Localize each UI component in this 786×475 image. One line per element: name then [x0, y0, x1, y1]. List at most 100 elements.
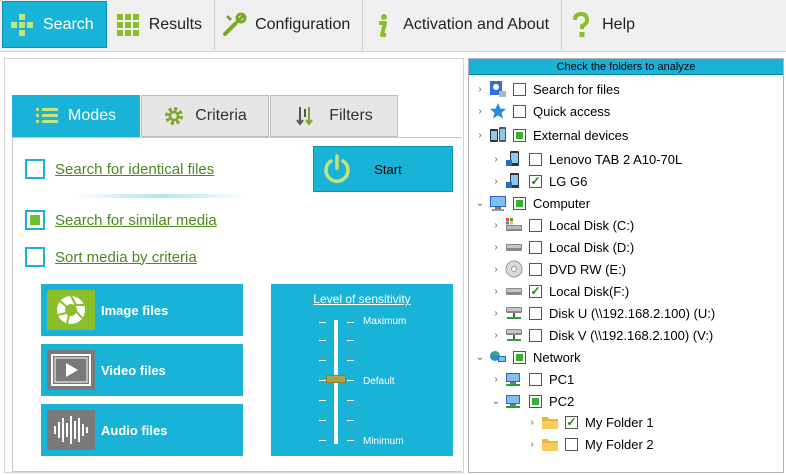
- tree-item-checkbox[interactable]: [513, 350, 526, 364]
- search-panel: Modes Criteria Filters Search for identi…: [4, 58, 464, 473]
- tree-item[interactable]: › Disk U (\\192.168.2.100) (U:): [491, 302, 715, 324]
- nav-configuration-label: Configuration: [255, 16, 351, 33]
- tree-item-checkbox[interactable]: [529, 372, 542, 386]
- expand-chevron-icon[interactable]: ›: [491, 176, 501, 187]
- option-sort-media[interactable]: Sort media by criteria: [25, 247, 197, 267]
- expand-chevron-icon[interactable]: ›: [527, 439, 537, 450]
- tree-item[interactable]: › Local Disk (C:): [491, 214, 634, 236]
- tree-item-label: DVD RW (E:): [549, 261, 627, 277]
- tree-item-checkbox[interactable]: [529, 328, 542, 342]
- tree-item-label: Local Disk (C:): [549, 217, 635, 233]
- tree-item-checkbox[interactable]: [529, 218, 542, 232]
- tree-item-checkbox[interactable]: ✓: [529, 174, 542, 188]
- tree-item[interactable]: › ✓ LG G6: [491, 170, 587, 192]
- network-icon: [489, 348, 507, 366]
- nav-search-label: Search: [43, 15, 94, 33]
- similar-checkbox[interactable]: [25, 210, 45, 230]
- modes-content: Search for identical files Search for si…: [12, 137, 462, 472]
- gear-icon: [163, 105, 185, 127]
- tree-item-checkbox[interactable]: [513, 104, 526, 118]
- nav-search-button[interactable]: Search: [2, 1, 107, 48]
- identical-label[interactable]: Search for identical files: [55, 161, 214, 178]
- tree-item[interactable]: › ✓ My Folder 1: [527, 411, 654, 433]
- nav-configuration-button[interactable]: Configuration: [215, 0, 364, 50]
- expand-chevron-icon[interactable]: ›: [491, 264, 501, 275]
- sort-checkbox[interactable]: [25, 247, 45, 267]
- tab-filters[interactable]: Filters: [270, 95, 398, 137]
- tree-item[interactable]: ⌄ Computer: [475, 192, 590, 214]
- computer-icon: [489, 194, 507, 212]
- tree-item[interactable]: › ✓ Local Disk(F:): [491, 280, 629, 302]
- option-similar-media[interactable]: Search for similar media: [25, 210, 217, 230]
- video-files-button[interactable]: Video files: [41, 344, 243, 396]
- tab-criteria-label: Criteria: [195, 107, 247, 124]
- audio-wave-icon: [47, 410, 95, 450]
- network-drive-icon: [505, 304, 523, 322]
- tree-item-checkbox[interactable]: [529, 306, 542, 320]
- pc-icon: [505, 392, 523, 410]
- expand-chevron-icon[interactable]: ›: [491, 154, 501, 165]
- tree-item-checkbox[interactable]: [529, 262, 542, 276]
- tree-item[interactable]: › Search for files: [475, 78, 620, 100]
- expand-chevron-icon[interactable]: ›: [475, 84, 485, 95]
- tree-item-label: Network: [533, 349, 581, 365]
- similar-label[interactable]: Search for similar media: [55, 212, 217, 229]
- tree-item-label: My Folder 1: [585, 414, 654, 430]
- collapse-chevron-icon[interactable]: ⌄: [475, 198, 485, 209]
- tree-item[interactable]: ⌄ PC2: [491, 390, 575, 412]
- separator-glow: [73, 194, 248, 198]
- folder-tree-panel: Check the folders to analyze › Search for…: [468, 58, 784, 473]
- tree-item-checkbox[interactable]: [529, 240, 542, 254]
- results-grid-icon: [115, 12, 141, 38]
- tree-item[interactable]: › Local Disk (D:): [491, 236, 634, 258]
- collapse-chevron-icon[interactable]: ⌄: [491, 396, 501, 407]
- tree-item-checkbox[interactable]: [529, 152, 542, 166]
- tree-item-checkbox[interactable]: [513, 196, 526, 210]
- tree-item-label: My Folder 2: [585, 436, 654, 452]
- sensitivity-title: Level of sensitivity: [313, 292, 411, 306]
- expand-chevron-icon[interactable]: ›: [527, 417, 537, 428]
- expand-chevron-icon[interactable]: ›: [491, 242, 501, 253]
- expand-chevron-icon[interactable]: ›: [475, 106, 485, 117]
- tree-item[interactable]: › External devices: [475, 124, 628, 146]
- tree-item-checkbox[interactable]: ✓: [565, 415, 578, 429]
- image-files-button[interactable]: Image files: [41, 284, 243, 336]
- tree-item-checkbox[interactable]: [529, 394, 542, 408]
- tree-item-checkbox[interactable]: ✓: [529, 284, 542, 298]
- sensitivity-slider-thumb[interactable]: [326, 375, 346, 383]
- power-icon: [324, 154, 350, 183]
- collapse-chevron-icon[interactable]: ⌄: [475, 352, 485, 363]
- identical-checkbox[interactable]: [25, 159, 45, 179]
- nav-activation-button[interactable]: Activation and About: [363, 0, 563, 50]
- tree-item[interactable]: › Quick access: [475, 100, 610, 122]
- tree-item[interactable]: › PC1: [491, 368, 574, 390]
- nav-help-button[interactable]: Help: [562, 0, 648, 50]
- star-icon: [489, 102, 507, 120]
- tab-modes[interactable]: Modes: [12, 95, 140, 137]
- expand-chevron-icon[interactable]: ›: [491, 286, 501, 297]
- tree-item[interactable]: › My Folder 2: [527, 433, 654, 455]
- tree-item-label: Quick access: [533, 103, 611, 119]
- expand-chevron-icon[interactable]: ›: [475, 130, 485, 141]
- tree-item[interactable]: › Lenovo TAB 2 A10-70L: [491, 148, 682, 170]
- start-button[interactable]: Start: [313, 146, 453, 192]
- nav-results-button[interactable]: Results: [108, 0, 216, 50]
- expand-chevron-icon[interactable]: ›: [491, 330, 501, 341]
- tree-item[interactable]: › DVD RW (E:): [491, 258, 626, 280]
- audio-files-label: Audio files: [101, 422, 168, 438]
- expand-chevron-icon[interactable]: ›: [491, 308, 501, 319]
- tree-item-checkbox[interactable]: [513, 82, 526, 96]
- film-play-icon: [47, 350, 95, 390]
- tree-item-checkbox[interactable]: [565, 437, 578, 451]
- tab-criteria[interactable]: Criteria: [141, 95, 269, 137]
- audio-files-button[interactable]: Audio files: [41, 404, 243, 456]
- expand-chevron-icon[interactable]: ›: [491, 374, 501, 385]
- tree-item[interactable]: › Disk V (\\192.168.2.100) (V:): [491, 324, 713, 346]
- tree-item[interactable]: ⌄ Network: [475, 346, 581, 368]
- expand-chevron-icon[interactable]: ›: [491, 220, 501, 231]
- option-identical-files[interactable]: Search for identical files: [25, 159, 214, 179]
- tree-item-label: Disk U (\\192.168.2.100) (U:): [549, 305, 716, 321]
- sort-label[interactable]: Sort media by criteria: [55, 249, 197, 266]
- tree-item-label: Disk V (\\192.168.2.100) (V:): [549, 327, 714, 343]
- tree-item-checkbox[interactable]: [513, 128, 526, 142]
